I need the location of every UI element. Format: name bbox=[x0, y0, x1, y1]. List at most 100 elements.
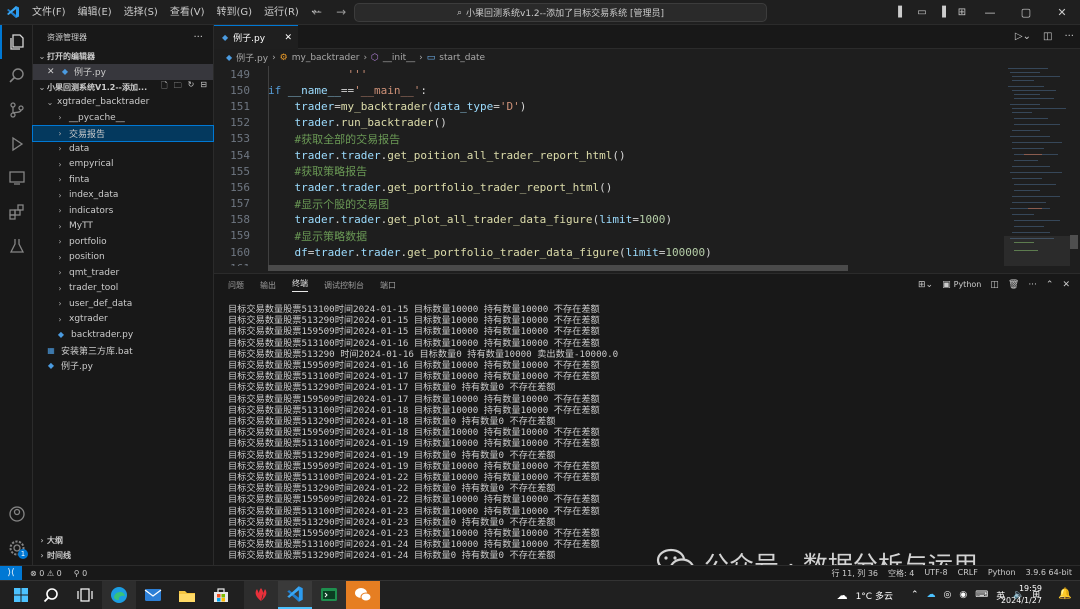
maximize-panel-icon[interactable]: ⌃ bbox=[1046, 280, 1054, 290]
code-line[interactable]: 158 trader.trader.get_plot_all_trader_da… bbox=[214, 212, 1004, 228]
menu-item-5[interactable]: 运行(R) bbox=[258, 0, 305, 25]
tree-folder[interactable]: › MyTT bbox=[33, 219, 213, 235]
remote-indicator-icon[interactable]: ⟩⟨ bbox=[0, 565, 22, 581]
command-center-search[interactable]: ⌕ 小果回测系统v1.2--添加了目标交易系统 [管理员] bbox=[354, 3, 767, 22]
minimize-button[interactable]: — bbox=[972, 6, 1008, 19]
maximize-button[interactable]: ▢ bbox=[1008, 6, 1044, 19]
status-item-3[interactable]: CRLF bbox=[958, 568, 978, 579]
terminal-output[interactable]: 目标交易数量股票513100时间2024-01-15 目标数量10000 持有数… bbox=[228, 304, 1068, 562]
code-line[interactable]: 151 trader=my_backtrader(data_type='D') bbox=[214, 98, 1004, 114]
menu-item-3[interactable]: 查看(V) bbox=[164, 0, 211, 25]
manage-gear-icon[interactable]: 1 bbox=[0, 531, 33, 565]
tree-file[interactable]: ◆ backtrader.py bbox=[33, 327, 213, 343]
more-actions-icon[interactable]: ··· bbox=[1028, 280, 1037, 290]
windows-start-icon[interactable] bbox=[4, 581, 38, 609]
code-line[interactable]: 157 #显示个股的交易图 bbox=[214, 196, 1004, 212]
show-desktop-bell-icon[interactable]: 🔔 bbox=[1058, 587, 1072, 600]
network-icon[interactable]: ◉ bbox=[959, 590, 967, 600]
vscode-taskbar-icon[interactable] bbox=[278, 581, 312, 609]
tree-folder[interactable]: › position bbox=[33, 250, 213, 266]
status-item-0[interactable]: 行 11, 列 36 bbox=[831, 568, 878, 579]
remote-explorer-icon[interactable] bbox=[0, 161, 33, 195]
task-view-icon[interactable] bbox=[68, 581, 102, 609]
code-line[interactable]: 156 trader.trader.get_portfolio_trader_r… bbox=[214, 179, 1004, 195]
weather-cloud-icon[interactable]: ☁ bbox=[837, 589, 848, 602]
code-line[interactable]: 150 if __name__=='__main__': bbox=[214, 82, 1004, 98]
ime-icon[interactable]: ⌨ bbox=[975, 590, 988, 600]
split-terminal-icon[interactable]: ◫ bbox=[990, 280, 999, 290]
tree-folder[interactable]: › 交易报告 bbox=[32, 124, 214, 142]
toggle-panel-icon[interactable]: ▭ bbox=[912, 7, 932, 18]
tree-folder[interactable]: › user_def_data bbox=[33, 296, 213, 312]
editor-vertical-scrollbar[interactable] bbox=[1070, 235, 1078, 249]
status-item-1[interactable]: 空格: 4 bbox=[888, 568, 914, 579]
code-line[interactable]: 160 df=trader.trader.get_portfolio_trade… bbox=[214, 244, 1004, 260]
edge-browser-icon[interactable] bbox=[102, 581, 136, 609]
extensions-icon[interactable] bbox=[0, 195, 33, 229]
menu-item-1[interactable]: 编辑(E) bbox=[72, 0, 118, 25]
close-icon[interactable]: ✕ bbox=[47, 67, 59, 77]
code-line[interactable]: 155 #获取策略报告 bbox=[214, 163, 1004, 179]
code-line[interactable]: 149 ''' bbox=[214, 66, 1004, 82]
menu-item-0[interactable]: 文件(F) bbox=[26, 0, 72, 25]
accounts-icon[interactable] bbox=[0, 497, 33, 531]
menu-item-4[interactable]: 转到(G) bbox=[211, 0, 259, 25]
editor-horizontal-scrollbar[interactable] bbox=[268, 265, 848, 271]
toggle-secondary-sidebar-icon[interactable]: ▐ bbox=[932, 7, 952, 18]
minimap[interactable] bbox=[1004, 66, 1070, 266]
taskbar-search-icon[interactable] bbox=[34, 581, 68, 609]
panel-tab-2[interactable]: 终端 bbox=[292, 278, 308, 292]
tree-file[interactable]: ◆ 例子.py bbox=[33, 358, 213, 374]
wechat-tray-icon[interactable]: ◎ bbox=[944, 590, 952, 600]
chevron-up-icon[interactable]: ⌃ bbox=[911, 590, 919, 600]
search-icon[interactable] bbox=[0, 59, 33, 93]
breadcrumb-variable[interactable]: start_date bbox=[439, 53, 485, 63]
breadcrumb-class[interactable]: my_backtrader bbox=[292, 53, 360, 63]
problems-count[interactable]: ⊗ 0 ⚠ 0 bbox=[30, 569, 62, 578]
weather-text[interactable]: 1°C 多云 bbox=[856, 589, 893, 602]
menu-item-2[interactable]: 选择(S) bbox=[118, 0, 164, 25]
explorer-icon[interactable] bbox=[0, 25, 33, 59]
breadcrumb-file[interactable]: 例子.py bbox=[236, 51, 268, 64]
code-line[interactable]: 159 #显示策略数据 bbox=[214, 228, 1004, 244]
more-actions-icon[interactable]: ··· bbox=[193, 32, 203, 43]
status-item-5[interactable]: 3.9.6 64-bit bbox=[1026, 568, 1072, 579]
open-editor-item[interactable]: ✕ ◆ 例子.py bbox=[33, 64, 213, 80]
huawei-app-icon[interactable] bbox=[244, 581, 278, 609]
back-arrow-icon[interactable]: ← bbox=[312, 0, 322, 25]
tree-file[interactable]: ▦ 安装第三方库.bat bbox=[33, 343, 213, 359]
new-folder-icon[interactable]: 🗀 bbox=[174, 80, 182, 94]
outline-section[interactable]: › 大纲 bbox=[33, 533, 214, 548]
tree-folder[interactable]: › indicators bbox=[33, 203, 213, 219]
panel-tab-3[interactable]: 调试控制台 bbox=[324, 280, 364, 291]
trash-icon[interactable]: 🗑 bbox=[1008, 280, 1019, 290]
tree-folder[interactable]: › index_data bbox=[33, 188, 213, 204]
new-file-icon[interactable]: 🗋 bbox=[161, 80, 167, 94]
tree-folder[interactable]: › finta bbox=[33, 172, 213, 188]
run-debug-icon[interactable] bbox=[0, 127, 33, 161]
testing-flask-icon[interactable] bbox=[0, 229, 33, 263]
code-editor[interactable]: 149 ''' 150 if __name__=='__main__': 151 tr… bbox=[214, 66, 1004, 266]
project-section[interactable]: ⌄ 小果回测系统V1.2--添加... 🗋 🗀 ↻ ⊟ bbox=[33, 80, 213, 95]
tree-folder[interactable]: › qmt_trader bbox=[33, 265, 213, 281]
tree-folder[interactable]: › data bbox=[33, 141, 213, 157]
wechat-taskbar-icon[interactable] bbox=[346, 581, 380, 609]
panel-tab-1[interactable]: 输出 bbox=[260, 280, 276, 291]
close-tab-icon[interactable]: ✕ bbox=[284, 33, 292, 43]
tree-folder[interactable]: › trader_tool bbox=[33, 281, 213, 297]
tree-folder[interactable]: › portfolio bbox=[33, 234, 213, 250]
forward-arrow-icon[interactable]: → bbox=[336, 0, 346, 25]
customize-layout-icon[interactable]: ⊞ bbox=[952, 7, 972, 18]
code-line[interactable]: 153 #获取全部的交易报告 bbox=[214, 131, 1004, 147]
status-item-4[interactable]: Python bbox=[988, 568, 1016, 579]
cloud-sync-icon[interactable]: ☁ bbox=[927, 590, 936, 600]
panel-tab-0[interactable]: 问题 bbox=[228, 280, 244, 291]
file-explorer-icon[interactable] bbox=[170, 581, 204, 609]
breadcrumb-method[interactable]: __init__ bbox=[383, 53, 415, 63]
close-panel-icon[interactable]: ✕ bbox=[1062, 280, 1070, 290]
split-editor-icon[interactable]: ◫ bbox=[1043, 25, 1052, 49]
source-control-icon[interactable] bbox=[0, 93, 33, 127]
collapse-all-icon[interactable]: ⊟ bbox=[200, 80, 207, 94]
tree-folder[interactable]: › __pycache__ bbox=[33, 110, 213, 126]
tree-folder[interactable]: › xgtrader bbox=[33, 312, 213, 328]
